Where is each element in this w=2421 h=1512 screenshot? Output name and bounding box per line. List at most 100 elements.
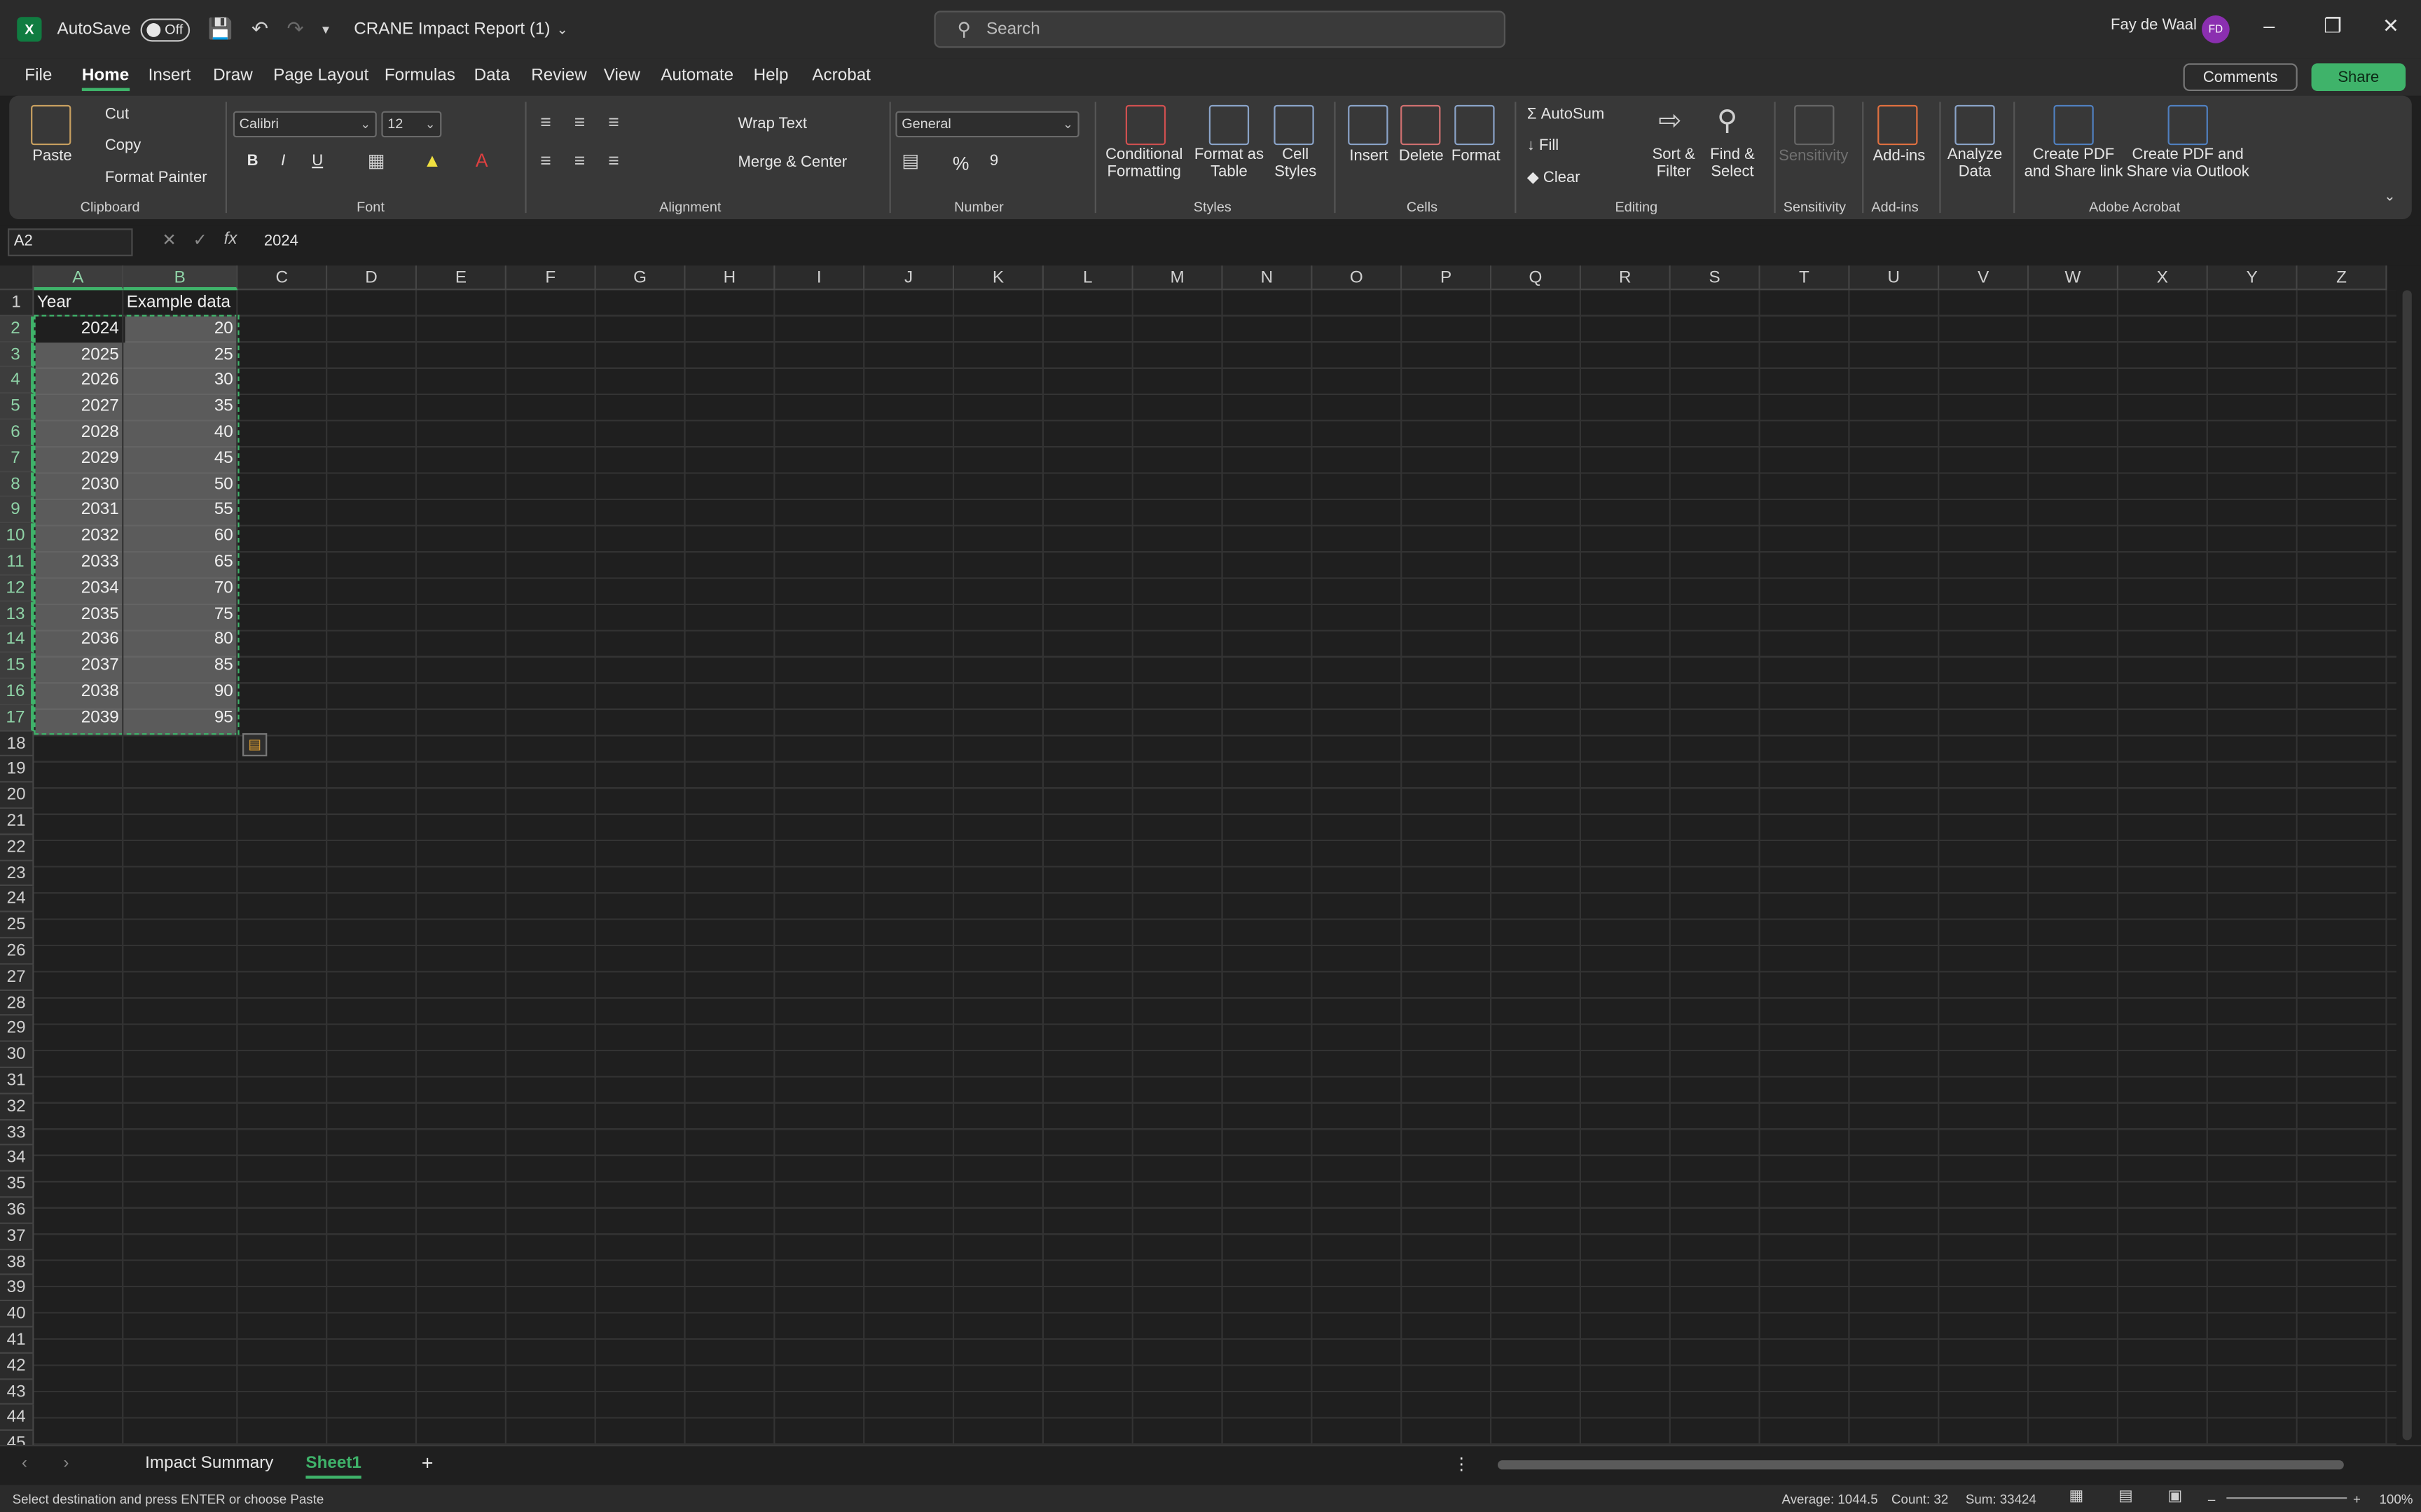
column-header-g[interactable]: G xyxy=(595,265,686,291)
autosum-button[interactable]: Σ AutoSum xyxy=(1527,106,1604,123)
row-header-2[interactable]: 2 xyxy=(0,316,34,342)
cell-a15[interactable]: 2037 xyxy=(34,653,122,679)
cell-a13[interactable]: 2035 xyxy=(34,602,122,627)
row-header-15[interactable]: 15 xyxy=(0,653,34,679)
cell-a8[interactable]: 2030 xyxy=(34,472,122,498)
row-header-3[interactable]: 3 xyxy=(0,342,34,368)
tab-data[interactable]: Data xyxy=(474,67,510,85)
cell-b2[interactable]: 20 xyxy=(123,316,236,342)
avatar[interactable]: FD xyxy=(2202,15,2230,43)
row-header-12[interactable]: 12 xyxy=(0,575,34,602)
cell-b1[interactable]: Example data xyxy=(123,290,236,316)
comments-button[interactable]: Comments xyxy=(2183,63,2298,92)
font-size-select[interactable]: 12 ⌄ xyxy=(381,111,442,138)
row-header-30[interactable]: 30 xyxy=(0,1042,34,1069)
cell-b11[interactable]: 65 xyxy=(123,550,236,576)
analyze-data-button[interactable]: Analyze Data xyxy=(1943,146,2008,180)
close-icon[interactable]: ✕ xyxy=(2382,14,2399,39)
copy-button[interactable]: Copy xyxy=(105,137,141,154)
tab-draw[interactable]: Draw xyxy=(213,67,253,85)
row-header-45[interactable]: 45 xyxy=(0,1431,34,1445)
underline-button[interactable]: U xyxy=(312,153,323,169)
cell-a6[interactable]: 2028 xyxy=(34,420,122,446)
align-middle-icon[interactable]: ≡ xyxy=(574,111,585,133)
formula-input[interactable]: 2024 xyxy=(264,233,298,250)
conditional-formatting-icon[interactable] xyxy=(1125,104,1166,146)
row-header-42[interactable]: 42 xyxy=(0,1353,34,1380)
worksheet-grid[interactable]: ▤ A B C D E F G H I J K L M N O P Q R S T U V W X Y Z 1 2 3 4 5 6 7 8 9 10 1… xyxy=(0,265,2421,1445)
tab-insert[interactable]: Insert xyxy=(149,67,191,85)
column-header-u[interactable]: U xyxy=(1849,265,1940,291)
autosave-toggle[interactable]: Off xyxy=(139,18,190,41)
cell-a1[interactable]: Year xyxy=(34,290,122,316)
cell-b16[interactable]: 90 xyxy=(123,679,236,705)
tab-home[interactable]: Home xyxy=(81,67,129,92)
column-header-d[interactable]: D xyxy=(327,265,418,291)
row-header-19[interactable]: 19 xyxy=(0,756,34,783)
cell-b10[interactable]: 60 xyxy=(123,524,236,550)
document-title[interactable]: CRANE Impact Report (1) xyxy=(354,20,550,39)
align-right-icon[interactable]: ≡ xyxy=(608,150,619,172)
user-name[interactable]: Fay de Waal xyxy=(2111,17,2197,34)
cell-a14[interactable]: 2036 xyxy=(34,627,122,653)
select-all-corner[interactable] xyxy=(0,265,34,291)
paste-icon[interactable] xyxy=(31,104,71,146)
column-header-q[interactable]: Q xyxy=(1491,265,1581,291)
column-header-o[interactable]: O xyxy=(1312,265,1402,291)
format-as-table-button[interactable]: Format as Table xyxy=(1189,146,1269,180)
cell-styles-button[interactable]: Cell Styles xyxy=(1266,146,1325,180)
undo-icon[interactable]: ↶ xyxy=(251,17,268,41)
row-header-38[interactable]: 38 xyxy=(0,1249,34,1276)
row-header-23[interactable]: 23 xyxy=(0,860,34,887)
create-pdf-icon[interactable] xyxy=(2053,104,2094,146)
tab-view[interactable]: View xyxy=(604,67,640,85)
row-header-20[interactable]: 20 xyxy=(0,782,34,809)
percent-button[interactable]: % xyxy=(953,153,970,174)
font-name-select[interactable]: Calibri ⌄ xyxy=(233,111,377,138)
normal-view-icon[interactable]: ▦ xyxy=(2069,1488,2083,1505)
cell-a11[interactable]: 2033 xyxy=(34,550,122,576)
align-center-icon[interactable]: ≡ xyxy=(574,150,585,172)
italic-button[interactable]: I xyxy=(281,153,285,169)
cancel-icon[interactable]: ✕ xyxy=(162,230,176,250)
insert-button[interactable]: Insert xyxy=(1349,148,1388,165)
column-header-v[interactable]: V xyxy=(1939,265,2029,291)
row-header-17[interactable]: 17 xyxy=(0,705,34,731)
redo-icon[interactable]: ↷ xyxy=(287,17,304,41)
row-header-33[interactable]: 33 xyxy=(0,1120,34,1146)
column-header-l[interactable]: L xyxy=(1043,265,1133,291)
row-header-36[interactable]: 36 xyxy=(0,1198,34,1224)
zoom-slider[interactable] xyxy=(2226,1497,2347,1499)
cell-b8[interactable]: 50 xyxy=(123,472,236,498)
cell-b14[interactable]: 80 xyxy=(123,627,236,653)
create-pdf-outlook-icon[interactable] xyxy=(2167,104,2208,146)
add-ins-button[interactable]: Add-ins xyxy=(1873,148,1926,165)
cell-b7[interactable]: 45 xyxy=(123,446,236,472)
more-options-icon[interactable]: ⋮ xyxy=(1453,1454,1470,1473)
sort-filter-button[interactable]: Sort & Filter xyxy=(1643,146,1704,180)
row-header-18[interactable]: 18 xyxy=(0,730,34,757)
tab-file[interactable]: File xyxy=(25,67,52,85)
cell-a16[interactable]: 2038 xyxy=(34,679,122,705)
create-pdf-share-link-button[interactable]: Create PDF and Share link xyxy=(2020,146,2127,180)
zoom-in-icon[interactable]: + xyxy=(2353,1491,2361,1506)
cell-a3[interactable]: 2025 xyxy=(34,342,122,368)
row-header-14[interactable]: 14 xyxy=(0,627,34,653)
column-header-z[interactable]: Z xyxy=(2297,265,2387,291)
add-ins-icon[interactable] xyxy=(1877,104,1918,146)
cell-a17[interactable]: 2039 xyxy=(34,705,122,731)
create-pdf-outlook-button[interactable]: Create PDF and Share via Outlook xyxy=(2125,146,2251,180)
cell-a12[interactable]: 2034 xyxy=(34,576,122,602)
row-header-27[interactable]: 27 xyxy=(0,964,34,991)
find-select-button[interactable]: Find & Select xyxy=(1702,146,1763,180)
restore-icon[interactable]: ❐ xyxy=(2324,14,2342,39)
sort-filter-icon[interactable]: ⇨ xyxy=(1658,105,1681,137)
cell-b9[interactable]: 55 xyxy=(123,498,236,524)
insert-function-icon[interactable]: fx xyxy=(224,230,237,248)
column-header-e[interactable]: E xyxy=(417,265,506,291)
collapse-ribbon-icon[interactable]: ⌄ xyxy=(2384,188,2396,205)
row-header-35[interactable]: 35 xyxy=(0,1172,34,1198)
column-header-m[interactable]: M xyxy=(1133,265,1223,291)
vertical-scrollbar[interactable] xyxy=(2402,290,2412,1441)
cell-a10[interactable]: 2032 xyxy=(34,524,122,550)
